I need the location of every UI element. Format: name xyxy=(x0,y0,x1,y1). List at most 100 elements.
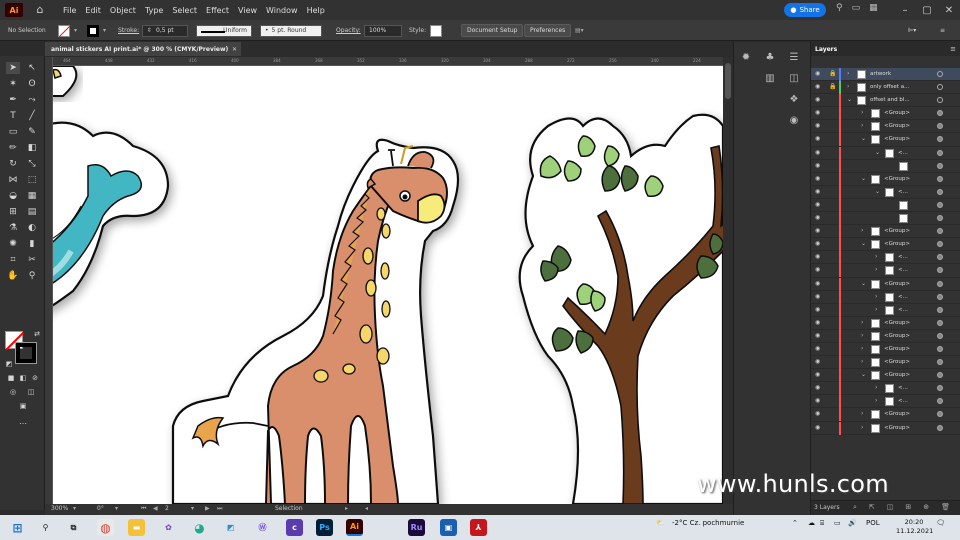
layer-row[interactable]: ◉ › <Group> xyxy=(811,316,960,330)
visibility-eye-icon[interactable]: ◉ xyxy=(815,411,823,417)
layer-row[interactable]: ◉ › <Group> xyxy=(811,342,960,357)
target-circle-icon[interactable] xyxy=(937,162,943,169)
search-icon[interactable]: ⚲ xyxy=(37,519,54,536)
layer-row[interactable]: ◉ 🔒 › only offset a... xyxy=(811,81,960,95)
tray-battery-icon[interactable]: ▭ xyxy=(834,519,841,527)
prev-artboard-icon[interactable]: ◀ xyxy=(153,505,158,512)
slice-tool-icon[interactable]: ✂ xyxy=(25,254,39,266)
first-artboard-icon[interactable]: ⏮ xyxy=(141,505,146,513)
fill-swatch[interactable] xyxy=(58,24,70,37)
target-circle-icon[interactable] xyxy=(937,123,943,130)
stroke-swatch[interactable] xyxy=(87,24,99,37)
media-icon[interactable]: ▣ xyxy=(440,519,457,536)
minimize-icon[interactable]: – xyxy=(894,0,916,20)
visibility-eye-icon[interactable]: ◉ xyxy=(815,280,823,287)
expand-down-icon[interactable]: ⌄ xyxy=(875,188,880,195)
visibility-eye-icon[interactable]: ◉ xyxy=(815,188,823,195)
opacity-field[interactable]: 100% xyxy=(364,24,402,37)
target-circle-icon[interactable] xyxy=(937,215,943,222)
teams-icon[interactable]: Ⓦ xyxy=(254,519,271,536)
opacity-label[interactable]: Opacity: xyxy=(336,24,361,37)
expand-right-icon[interactable]: › xyxy=(875,384,877,391)
symbol-sprayer-tool-icon[interactable]: ✺ xyxy=(6,238,20,250)
layer-row[interactable]: ◉ › <Group> xyxy=(811,356,960,370)
edit-toolbar-icon[interactable]: ⋯ xyxy=(16,418,30,430)
tray-volume-icon[interactable]: 🔊 xyxy=(848,519,857,527)
pen-tool-icon[interactable]: ✒ xyxy=(6,94,20,106)
scrollbar-thumb[interactable] xyxy=(725,63,731,99)
layer-row[interactable]: ◉ › <... xyxy=(811,382,960,396)
stroke-black-swatch[interactable] xyxy=(15,342,37,364)
visibility-eye-icon[interactable]: ◉ xyxy=(815,385,823,391)
expand-down-icon[interactable]: ⌄ xyxy=(861,280,866,287)
blend-tool-icon[interactable]: ◐ xyxy=(25,222,39,234)
expand-right-icon[interactable]: › xyxy=(861,410,863,417)
layer-row[interactable]: ◉ ⌄ <Group> xyxy=(811,172,960,186)
layer-name[interactable]: <... xyxy=(898,398,908,404)
menu-view[interactable]: View xyxy=(238,6,257,15)
layer-name[interactable]: <... xyxy=(898,189,908,195)
target-circle-icon[interactable] xyxy=(937,254,943,261)
layer-name[interactable]: <Group> xyxy=(884,346,910,352)
target-circle-icon[interactable] xyxy=(937,267,943,274)
home-icon[interactable]: ⌂ xyxy=(33,3,47,17)
gradient-tool-icon[interactable]: ▤ xyxy=(25,206,39,218)
layer-name[interactable]: <... xyxy=(898,385,908,391)
visibility-eye-icon[interactable]: ◉ xyxy=(815,424,823,431)
lock-icon[interactable]: 🔒 xyxy=(829,70,836,77)
task-view-icon[interactable]: ⧉ xyxy=(65,519,82,536)
arrange-docs-icon[interactable]: ▤▾ xyxy=(575,24,584,37)
layer-name[interactable]: only offset a... xyxy=(870,84,909,90)
layer-name[interactable]: <Group> xyxy=(884,425,910,431)
layer-row[interactable]: ◉ ⌄ <Group> xyxy=(811,238,960,252)
rotation-value[interactable]: 0° xyxy=(97,505,104,512)
file-explorer-icon[interactable]: ▬ xyxy=(128,519,145,536)
menu-type[interactable]: Type xyxy=(145,6,163,15)
visibility-eye-icon[interactable]: ◉ xyxy=(815,293,823,300)
none-mode-icon[interactable]: ⊘ xyxy=(28,372,42,384)
weather-icon[interactable]: ⛅ xyxy=(656,519,665,527)
expand-down-icon[interactable]: ⌄ xyxy=(861,371,866,378)
layer-name[interactable]: <... xyxy=(898,307,908,313)
expand-right-icon[interactable]: › xyxy=(847,70,849,77)
expand-right-icon[interactable]: › xyxy=(875,293,877,300)
close-icon[interactable]: ✕ xyxy=(938,0,960,20)
menu-help[interactable]: Help xyxy=(307,6,325,15)
stroke-label[interactable]: Stroke: xyxy=(118,24,139,37)
artboard-canvas[interactable] xyxy=(53,66,723,504)
layer-row[interactable]: ◉ ⌄ <Group> xyxy=(811,277,960,291)
lock-icon[interactable]: 🔒 xyxy=(829,83,836,90)
layer-row[interactable]: ◉ › <... xyxy=(811,303,960,317)
layers-panel-tab[interactable]: Layers ≡ xyxy=(811,42,960,56)
chrome-icon[interactable]: ◍ xyxy=(97,519,114,536)
draw-inside-icon[interactable]: ◫ xyxy=(24,386,38,398)
zoom-tool-icon[interactable]: ⚲ xyxy=(25,270,39,282)
visibility-eye-icon[interactable]: ◉ xyxy=(815,319,823,326)
close-tab-icon[interactable]: ✕ xyxy=(232,46,237,53)
paintbrush-tool-icon[interactable]: ✎ xyxy=(25,126,39,138)
share-button[interactable]: ● Share xyxy=(784,3,826,17)
expand-down-icon[interactable]: ⌄ xyxy=(847,96,852,103)
visibility-eye-icon[interactable]: ◉ xyxy=(815,398,823,404)
language-indicator[interactable]: POL xyxy=(866,519,880,527)
last-artboard-icon[interactable]: ⏭ xyxy=(217,505,222,513)
free-transform-tool-icon[interactable]: ⬚ xyxy=(25,174,39,186)
target-circle-icon[interactable] xyxy=(937,385,943,392)
screen-mode-icon[interactable]: ▣ xyxy=(16,400,30,412)
next-artboard-icon[interactable]: ▶ xyxy=(205,505,210,512)
stroke-profile-dropdown[interactable]: Uniform xyxy=(196,24,252,37)
artboard-tool-icon[interactable]: ⌗ xyxy=(6,254,20,266)
status-menu-icon[interactable]: ▸ xyxy=(345,505,348,512)
acrobat-icon[interactable]: ⅄ xyxy=(470,519,487,536)
layer-row[interactable]: ◉ › <Group> xyxy=(811,120,960,134)
eraser-tool-icon[interactable]: ◧ xyxy=(25,142,39,154)
menu-file[interactable]: File xyxy=(63,6,76,15)
capture-icon[interactable]: c xyxy=(286,519,303,536)
visibility-eye-icon[interactable]: ◉ xyxy=(815,241,823,247)
layer-name[interactable]: <Group> xyxy=(884,411,910,417)
shape-builder-tool-icon[interactable]: ◒ xyxy=(6,190,20,202)
expand-right-icon[interactable]: › xyxy=(861,227,863,234)
layer-row[interactable]: ◉ ⌄ <Group> xyxy=(811,133,960,147)
delete-layer-icon[interactable]: 🗑 xyxy=(941,503,950,512)
clipping-mask-icon[interactable]: ◫ xyxy=(887,503,894,512)
